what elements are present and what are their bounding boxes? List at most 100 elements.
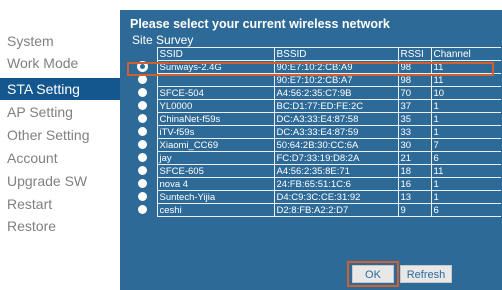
ssid-cell: iTV-f59s	[156, 125, 275, 139]
column-header-rssi: RSSI	[397, 47, 432, 61]
table-row[interactable]: Xiaomi_CC69 50:64:2B:30:CC:6A 30 7	[129, 138, 501, 152]
channel-cell: 11	[430, 73, 501, 87]
sidebar-item-other-setting[interactable]: Other Setting	[0, 124, 120, 146]
table-row[interactable]: 90:E7:10:2:CB:A7 98 11	[129, 73, 501, 87]
select-cell	[129, 86, 158, 100]
sidebar-item-restart[interactable]: Restart	[0, 193, 120, 215]
refresh-button[interactable]: Refresh	[400, 265, 452, 283]
select-cell	[129, 99, 158, 113]
ssid-cell: nova 4	[156, 177, 275, 191]
table-row[interactable]: jay FC:D7:33:19:D8:2A 21 6	[129, 151, 501, 165]
ssid-cell: YL0000	[156, 99, 275, 113]
sidebar-item-system[interactable]: System	[0, 30, 120, 52]
bssid-cell: A4:56:2:35:C7:9B	[273, 86, 399, 100]
table-row[interactable]: Suntech-Yijia D4:C9:3C:CE:31:92 13 1	[129, 190, 501, 204]
column-header-channel: Channel	[430, 47, 501, 61]
ssid-cell: jay	[156, 151, 275, 165]
sidebar-item-ap-setting[interactable]: AP Setting	[0, 101, 120, 123]
network-radio-button[interactable]	[138, 101, 148, 111]
network-table-container[interactable]: SSID BSSID RSSI Channel Sunways-2.4G 90:E…	[129, 47, 501, 265]
channel-cell: 6	[430, 203, 501, 217]
channel-cell: 1	[430, 112, 501, 126]
select-cell	[129, 112, 158, 126]
table-row[interactable]: ceshi D2:8:FB:A2:2:D7 9 6	[129, 203, 501, 217]
ssid-cell: Xiaomi_CC69	[156, 138, 275, 152]
bssid-cell: DC:A3:33:E4:87:58	[273, 112, 399, 126]
table-row[interactable]: Sunways-2.4G 90:E7:10:2:CB:A9 98 11	[129, 60, 501, 74]
rssi-cell: 9	[397, 203, 432, 217]
ssid-cell	[156, 73, 275, 87]
network-radio-button[interactable]	[138, 166, 148, 176]
rssi-cell: 30	[397, 138, 432, 152]
rssi-cell: 98	[397, 73, 432, 87]
column-header-ssid: SSID	[156, 47, 275, 61]
network-radio-button[interactable]	[138, 205, 148, 215]
ssid-cell: Suntech-Yijia	[156, 190, 275, 204]
rssi-cell: 13	[397, 190, 432, 204]
channel-cell: 6	[430, 151, 501, 165]
sidebar: System Work Mode STA Setting AP Setting Othe…	[0, 0, 120, 290]
column-header-bssid: BSSID	[273, 47, 399, 61]
select-cell	[129, 151, 158, 165]
network-radio-button[interactable]	[138, 179, 148, 189]
network-radio-button[interactable]	[138, 127, 148, 137]
select-cell	[129, 177, 158, 191]
bssid-cell: 24:FB:65:51:1C:6	[273, 177, 399, 191]
ok-button[interactable]: OK	[352, 265, 394, 283]
channel-cell: 1	[430, 190, 501, 204]
select-cell	[129, 60, 158, 74]
rssi-cell: 35	[397, 112, 432, 126]
ssid-cell: SFCE-605	[156, 164, 275, 178]
sidebar-item-upgrade-sw[interactable]: Upgrade SW	[0, 170, 120, 192]
network-radio-button[interactable]	[138, 75, 148, 85]
ssid-cell: ceshi	[156, 203, 275, 217]
table-row[interactable]: nova 4 24:FB:65:51:1C:6 16 1	[129, 177, 501, 191]
network-radio-button[interactable]	[138, 192, 148, 202]
channel-cell: 1	[430, 99, 501, 113]
main-panel: Please select your current wireless netw…	[120, 10, 502, 290]
ssid-cell: Sunways-2.4G	[156, 60, 275, 74]
ssid-cell: ChinaNet-f59s	[156, 112, 275, 126]
sidebar-item-account[interactable]: Account	[0, 147, 120, 169]
table-header-row: SSID BSSID RSSI Channel	[129, 47, 501, 61]
network-radio-button[interactable]	[138, 88, 148, 98]
sidebar-item-work-mode[interactable]: Work Mode	[0, 52, 120, 74]
select-cell	[129, 125, 158, 139]
table-row[interactable]: YL0000 BC:D1:77:ED:FE:2C 37 1	[129, 99, 501, 113]
table-row[interactable]: iTV-f59s DC:A3:33:E4:87:59 33 1	[129, 125, 501, 139]
bssid-cell: 90:E7:10:2:CB:A9	[273, 60, 399, 74]
rssi-cell: 18	[397, 164, 432, 178]
table-row[interactable]: SFCE-504 A4:56:2:35:C7:9B 70 10	[129, 86, 501, 100]
bssid-cell: DC:A3:33:E4:87:59	[273, 125, 399, 139]
select-cell	[129, 138, 158, 152]
rssi-cell: 37	[397, 99, 432, 113]
network-radio-button[interactable]	[138, 140, 148, 150]
network-table: SSID BSSID RSSI Channel Sunways-2.4G 90:E…	[129, 47, 501, 217]
rssi-cell: 98	[397, 60, 432, 74]
rssi-cell: 70	[397, 86, 432, 100]
network-radio-button[interactable]	[138, 153, 148, 163]
channel-cell: 1	[430, 177, 501, 191]
channel-cell: 11	[430, 164, 501, 178]
network-radio-button[interactable]	[138, 62, 148, 72]
site-survey-label: Site Survey	[132, 33, 194, 47]
channel-cell: 11	[430, 60, 501, 74]
sidebar-item-sta-setting[interactable]: STA Setting	[0, 78, 120, 100]
sidebar-item-restore[interactable]: Restore	[0, 215, 120, 237]
table-row[interactable]: ChinaNet-f59s DC:A3:33:E4:87:58 35 1	[129, 112, 501, 126]
panel-title: Please select your current wireless netw…	[130, 17, 390, 31]
table-row[interactable]: SFCE-605 A4:56:2:35:8E:71 18 11	[129, 164, 501, 178]
ssid-cell: SFCE-504	[156, 86, 275, 100]
rssi-cell: 21	[397, 151, 432, 165]
select-cell	[129, 73, 158, 87]
channel-cell: 1	[430, 125, 501, 139]
rssi-cell: 33	[397, 125, 432, 139]
bssid-cell: BC:D1:77:ED:FE:2C	[273, 99, 399, 113]
network-radio-button[interactable]	[138, 114, 148, 124]
bssid-cell: A4:56:2:35:8E:71	[273, 164, 399, 178]
channel-cell: 10	[430, 86, 501, 100]
select-column-header	[129, 47, 158, 61]
select-cell	[129, 190, 158, 204]
bssid-cell: 90:E7:10:2:CB:A7	[273, 73, 399, 87]
bssid-cell: D4:C9:3C:CE:31:92	[273, 190, 399, 204]
